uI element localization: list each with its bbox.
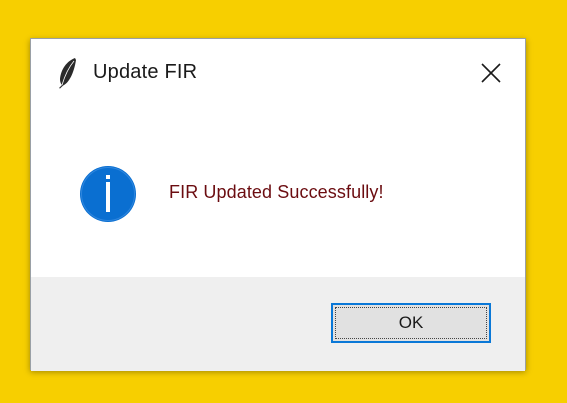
message-text: FIR Updated Successfully! bbox=[169, 182, 384, 202]
feather-icon bbox=[55, 57, 81, 89]
dialog-content: FIR Updated Successfully! bbox=[31, 109, 525, 277]
window-title: Update FIR bbox=[93, 61, 198, 83]
ok-button[interactable]: OK bbox=[331, 303, 491, 343]
info-icon bbox=[79, 165, 137, 223]
button-bar: OK bbox=[31, 277, 525, 371]
close-button[interactable] bbox=[475, 57, 507, 89]
title-bar[interactable]: Update FIR bbox=[31, 39, 525, 109]
close-icon bbox=[481, 63, 501, 83]
message-dialog: Update FIR FIR Updated Successfully! OK bbox=[30, 38, 526, 371]
